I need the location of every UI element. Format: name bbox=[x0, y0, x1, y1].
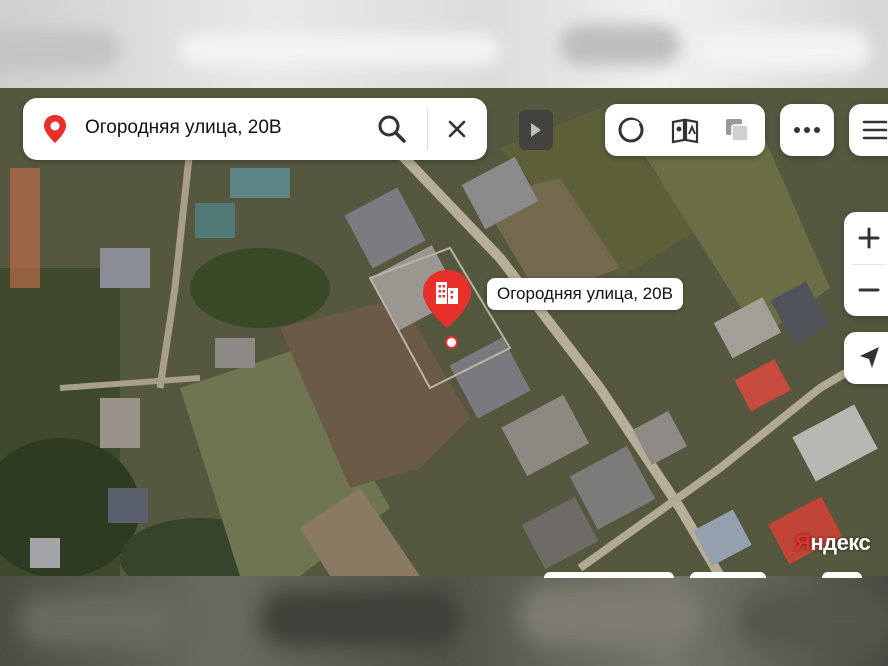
map-tools-group bbox=[605, 104, 765, 156]
place-marker[interactable] bbox=[419, 268, 475, 332]
alice-assistant-icon[interactable] bbox=[615, 114, 647, 146]
search-input[interactable]: Огородняя улица, 20В bbox=[85, 117, 282, 139]
bottom-sheet-edge bbox=[822, 572, 862, 578]
layers-icon[interactable] bbox=[721, 114, 753, 146]
blurred-bottom-frame bbox=[0, 576, 888, 666]
yandex-logo: Яндекс bbox=[795, 530, 871, 556]
blurred-top-frame bbox=[0, 0, 888, 88]
logo-rest: ндекс bbox=[810, 530, 871, 555]
satellite-map[interactable] bbox=[0, 88, 888, 576]
location-pin-icon bbox=[44, 115, 66, 143]
zoom-in-button[interactable] bbox=[844, 212, 888, 264]
plus-icon bbox=[858, 227, 880, 249]
more-dots-icon bbox=[794, 127, 820, 133]
collapse-panel-button[interactable] bbox=[519, 110, 553, 150]
menu-button[interactable] bbox=[849, 104, 888, 156]
search-divider bbox=[427, 108, 428, 150]
zoom-controls bbox=[844, 212, 888, 316]
play-arrow-icon bbox=[531, 123, 541, 137]
panorama-book-icon[interactable] bbox=[669, 114, 701, 146]
logo-first-letter: Я bbox=[795, 530, 811, 555]
search-icon[interactable] bbox=[375, 112, 409, 146]
more-button[interactable] bbox=[780, 104, 834, 156]
minus-icon bbox=[858, 288, 880, 292]
bottom-sheet-edge bbox=[544, 572, 674, 578]
bottom-sheet-edge bbox=[690, 572, 766, 578]
place-label[interactable]: Огородняя улица, 20В bbox=[487, 278, 683, 310]
satellite-imagery bbox=[0, 88, 888, 576]
navigate-arrow-icon bbox=[860, 347, 879, 368]
hamburger-menu-icon bbox=[862, 120, 888, 140]
close-icon[interactable] bbox=[441, 113, 473, 145]
place-point bbox=[445, 336, 458, 349]
search-bar[interactable]: Огородняя улица, 20В bbox=[23, 98, 487, 160]
zoom-out-button[interactable] bbox=[844, 264, 888, 316]
my-location-button[interactable] bbox=[844, 332, 888, 384]
